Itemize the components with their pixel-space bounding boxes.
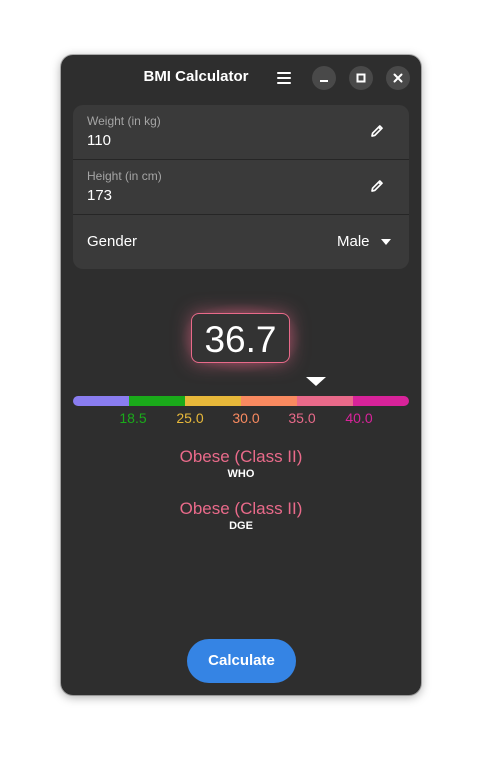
app-window: BMI Calculator Weight (in kg) 110 Height…: [61, 55, 421, 695]
minimize-button[interactable]: [312, 66, 336, 90]
classification-name: Obese (Class II): [179, 499, 303, 518]
calculate-button[interactable]: Calculate: [187, 639, 296, 683]
scale-segment-overweight: [185, 396, 241, 406]
bmi-result-box: 36.7: [191, 313, 290, 363]
classification-standard: WHO: [227, 468, 255, 480]
tick-label: 25.0: [176, 410, 204, 426]
close-icon: [393, 73, 403, 83]
bmi-value: 36.7: [204, 319, 277, 360]
input-list: Weight (in kg) 110 Height (in cm) 173 Ge…: [73, 105, 409, 269]
hamburger-menu-icon[interactable]: [274, 69, 294, 87]
tick-label: 35.0: [288, 410, 316, 426]
weight-row[interactable]: Weight (in kg) 110: [73, 105, 409, 159]
scale-segment-obese-2: [297, 396, 353, 406]
header-bar: BMI Calculator: [61, 55, 421, 101]
minimize-icon: [320, 80, 328, 82]
gender-row: Gender Male: [73, 215, 409, 269]
gender-dropdown[interactable]: Male: [333, 231, 395, 253]
tick-label: 30.0: [232, 410, 260, 426]
classification-who: Obese (Class II) WHO: [61, 447, 421, 480]
gender-label: Gender: [87, 233, 138, 250]
height-label: Height (in cm): [87, 169, 162, 183]
tick-label: 18.5: [119, 410, 147, 426]
scale-segment-obese-3: [353, 396, 409, 406]
scale-tick-labels: 18.5 25.0 30.0 35.0 40.0: [73, 410, 409, 426]
triangle-marker-icon: [306, 377, 326, 386]
scale-segment-obese-1: [241, 396, 297, 406]
pencil-icon[interactable]: [369, 178, 385, 194]
scale-segment-normal: [129, 396, 185, 406]
bmi-scale-bar: [73, 396, 409, 406]
window-title-text: BMI Calculator: [143, 68, 249, 85]
maximize-icon: [356, 73, 366, 83]
chevron-down-icon: [381, 239, 391, 245]
weight-field[interactable]: 110: [87, 132, 111, 149]
close-button[interactable]: [386, 66, 410, 90]
weight-label: Weight (in kg): [87, 114, 161, 128]
pencil-icon[interactable]: [369, 123, 385, 139]
gender-selected-value: Male: [337, 233, 370, 250]
tick-label: 40.0: [345, 410, 373, 426]
maximize-button[interactable]: [349, 66, 373, 90]
height-field[interactable]: 173: [87, 187, 112, 204]
height-row[interactable]: Height (in cm) 173: [73, 160, 409, 214]
classification-standard: DGE: [229, 520, 253, 532]
scale-segment-underweight: [73, 396, 129, 406]
classification-dge: Obese (Class II) DGE: [61, 499, 421, 532]
classification-name: Obese (Class II): [179, 447, 303, 466]
